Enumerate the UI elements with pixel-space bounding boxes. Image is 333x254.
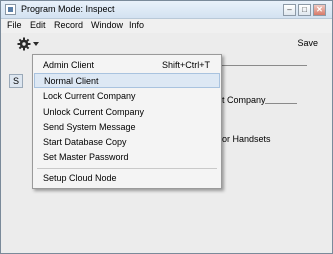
menu-item-send-system-message[interactable]: Send System Message — [34, 120, 220, 135]
company-field[interactable] — [265, 103, 297, 104]
maximize-button[interactable]: □ — [298, 4, 311, 16]
menu-item-set-master-password[interactable]: Set Master Password — [34, 150, 220, 165]
menu-window[interactable]: Window — [91, 20, 123, 30]
menu-separator — [37, 168, 217, 169]
menu-item-lock-current-company[interactable]: Lock Current Company — [34, 89, 220, 104]
company-label: t Company — [222, 95, 266, 105]
program-window: Program Mode: Inspect – □ ✕ File Edit Re… — [0, 0, 333, 254]
menu-item-normal-client[interactable]: Normal Client — [34, 73, 220, 88]
toolbar: Save — [1, 33, 332, 55]
menu-item-label: Unlock Current Company — [43, 107, 145, 117]
operations-menu-button[interactable] — [17, 37, 43, 51]
menu-info[interactable]: Info — [129, 20, 144, 30]
handsets-label: or Handsets — [222, 134, 271, 144]
close-button[interactable]: ✕ — [313, 4, 326, 16]
operations-dropdown-menu: Admin Client Shift+Ctrl+T Normal Client … — [32, 54, 222, 189]
menu-item-start-database-copy[interactable]: Start Database Copy — [34, 135, 220, 150]
field-underline — [221, 65, 307, 66]
menu-item-label: Set Master Password — [43, 152, 129, 162]
title-bar: Program Mode: Inspect – □ ✕ — [1, 1, 332, 19]
chevron-down-icon — [33, 42, 39, 46]
menu-edit[interactable]: Edit — [30, 20, 46, 30]
menu-item-setup-cloud-node[interactable]: Setup Cloud Node — [34, 171, 220, 186]
menu-item-label: Setup Cloud Node — [43, 173, 117, 183]
menu-item-admin-client[interactable]: Admin Client Shift+Ctrl+T — [34, 58, 220, 73]
menu-item-label: Normal Client — [44, 76, 99, 86]
minimize-button[interactable]: – — [283, 4, 296, 16]
menu-item-label: Send System Message — [43, 122, 136, 132]
menu-record[interactable]: Record — [54, 20, 83, 30]
menu-item-shortcut: Shift+Ctrl+T — [162, 60, 211, 70]
gear-icon — [17, 37, 31, 51]
save-button[interactable]: Save — [297, 38, 318, 48]
menu-bar: File Edit Record Window Info — [1, 19, 332, 33]
menu-item-unlock-current-company[interactable]: Unlock Current Company — [34, 105, 220, 120]
menu-item-label: Admin Client — [43, 60, 95, 70]
menu-file[interactable]: File — [7, 20, 22, 30]
app-icon — [5, 4, 16, 15]
tab-stub[interactable]: S — [9, 74, 23, 88]
menu-item-label: Lock Current Company — [43, 91, 136, 101]
window-title: Program Mode: Inspect — [21, 4, 115, 14]
menu-item-label: Start Database Copy — [43, 137, 127, 147]
